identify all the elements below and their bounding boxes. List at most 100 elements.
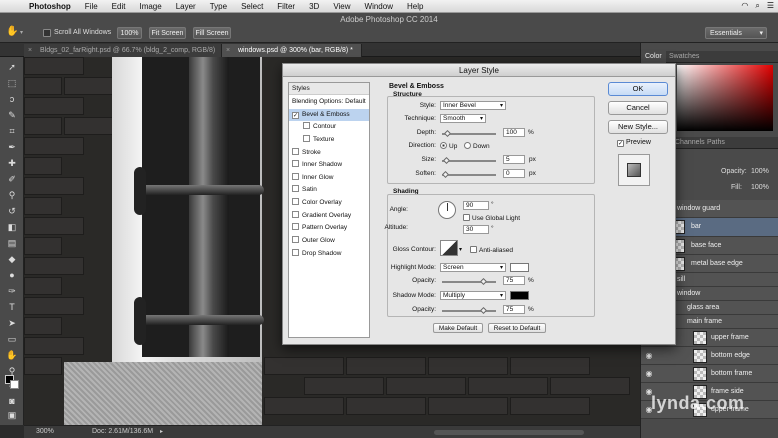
close-icon[interactable]: × — [28, 44, 32, 57]
crop-tool-icon[interactable]: ⌗ — [6, 125, 18, 137]
radio-selected[interactable] — [440, 142, 447, 149]
quick-mask-icon[interactable]: ◙ — [6, 395, 18, 407]
eye-icon[interactable]: ◉ — [644, 369, 654, 379]
style-item-inner-shadow[interactable]: Inner Shadow — [289, 159, 369, 171]
blending-options-item[interactable]: Blending Options: Default — [289, 96, 369, 108]
scroll-all-checkbox[interactable] — [43, 29, 51, 37]
checkbox[interactable] — [463, 214, 470, 221]
altitude-input[interactable]: 30 — [463, 225, 489, 234]
marquee-tool-icon[interactable]: ⬚ — [6, 77, 18, 89]
checkbox[interactable] — [292, 148, 299, 155]
direction-down-radio[interactable]: Down — [464, 142, 490, 150]
brush-tool-icon[interactable]: ✐ — [6, 173, 18, 185]
angle-input[interactable]: 90 — [463, 201, 489, 210]
fit-screen-button[interactable]: Fit Screen — [149, 27, 186, 39]
quick-select-tool-icon[interactable]: ✎ — [6, 109, 18, 121]
checkbox-checked-icon[interactable]: ✓ — [617, 140, 624, 147]
checkbox[interactable] — [292, 236, 299, 243]
tab-windows[interactable]: × windows.psd @ 300% (bar, RGB/8) * — [222, 44, 362, 57]
soften-input[interactable]: 0 — [503, 169, 525, 178]
cancel-button[interactable]: Cancel — [608, 101, 668, 115]
preview-checkbox[interactable]: ✓ Preview — [617, 139, 651, 147]
checkbox[interactable] — [292, 249, 299, 256]
checkbox[interactable] — [292, 173, 299, 180]
tab-bldgs[interactable]: × Bldgs_02_farRight.psd @ 66.7% (bldg_2_… — [24, 44, 222, 57]
zoom-100-button[interactable]: 100% — [117, 27, 142, 39]
menu-select[interactable]: Select — [234, 2, 270, 11]
soften-slider[interactable] — [441, 170, 496, 179]
layer-bottom-edge[interactable]: ◉ bottom edge — [641, 347, 778, 365]
radio-unselected[interactable] — [464, 142, 471, 149]
anti-aliased-checkbox[interactable]: Anti-aliased — [470, 246, 513, 254]
horizontal-scrollbar[interactable] — [434, 430, 584, 435]
tab-swatches[interactable]: Swatches — [665, 51, 703, 63]
menu-image[interactable]: Image — [132, 2, 168, 11]
style-item-stroke[interactable]: Stroke — [289, 147, 369, 159]
lasso-tool-icon[interactable]: ↄ — [6, 93, 18, 105]
notification-icon[interactable]: ☰ — [767, 1, 774, 11]
style-item-drop-shadow[interactable]: Drop Shadow — [289, 248, 369, 260]
style-item-satin[interactable]: Satin — [289, 184, 369, 196]
menu-filter[interactable]: Filter — [270, 2, 302, 11]
style-item-bevel-emboss[interactable]: ✓ Bevel & Emboss — [289, 109, 369, 121]
checkbox[interactable] — [292, 160, 299, 167]
depth-input[interactable]: 100 — [503, 128, 525, 137]
shadow-mode-select[interactable]: Multiply — [440, 291, 506, 300]
size-input[interactable]: 5 — [503, 155, 525, 164]
style-item-inner-glow[interactable]: Inner Glow — [289, 172, 369, 184]
new-style-button[interactable]: New Style... — [608, 120, 668, 134]
healing-brush-tool-icon[interactable]: ✚ — [6, 157, 18, 169]
checkbox[interactable] — [292, 185, 299, 192]
highlight-mode-select[interactable]: Screen — [440, 263, 506, 272]
tab-color[interactable]: Color — [641, 51, 666, 63]
type-tool-icon[interactable]: T — [6, 301, 18, 313]
style-item-outer-glow[interactable]: Outer Glow — [289, 235, 369, 247]
eraser-tool-icon[interactable]: ◧ — [6, 221, 18, 233]
screen-mode-icon[interactable]: ▣ — [6, 409, 18, 421]
highlight-opacity-slider[interactable] — [442, 277, 496, 286]
depth-slider[interactable] — [442, 129, 496, 138]
move-tool-icon[interactable]: ➚ — [6, 61, 18, 73]
bevel-style-select[interactable]: Inner Bevel — [440, 101, 506, 110]
global-light-checkbox[interactable]: Use Global Light — [463, 214, 520, 222]
reset-to-default-button[interactable]: Reset to Default — [488, 323, 546, 333]
blur-tool-icon[interactable]: ◆ — [6, 253, 18, 265]
checkbox[interactable] — [470, 246, 477, 253]
chevron-down-icon[interactable]: ▾ — [459, 246, 462, 253]
clone-stamp-tool-icon[interactable]: ⚲ — [6, 189, 18, 201]
dodge-tool-icon[interactable]: ● — [6, 269, 18, 281]
shadow-opacity-input[interactable]: 75 — [503, 305, 525, 314]
ok-button[interactable]: OK — [608, 82, 668, 96]
direction-up-radio[interactable]: Up — [440, 142, 457, 150]
gloss-contour-picker[interactable] — [440, 240, 458, 256]
size-slider[interactable] — [442, 156, 496, 165]
hand-tool-icon[interactable]: ✋ — [6, 349, 18, 361]
fill-screen-button[interactable]: Fill Screen — [193, 27, 231, 39]
tab-paths[interactable]: Paths — [703, 137, 729, 149]
checkbox[interactable] — [292, 223, 299, 230]
layer-bottom-frame[interactable]: ◉ bottom frame — [641, 365, 778, 383]
menu-edit[interactable]: Edit — [105, 2, 133, 11]
tool-preset-chevron-icon[interactable]: ▾ — [20, 29, 23, 36]
make-default-button[interactable]: Make Default — [433, 323, 483, 333]
technique-select[interactable]: Smooth — [440, 114, 486, 123]
highlight-color-swatch[interactable] — [510, 263, 529, 272]
menu-3d[interactable]: 3D — [302, 2, 326, 11]
shape-tool-icon[interactable]: ▭ — [6, 333, 18, 345]
checkbox[interactable] — [303, 122, 310, 129]
close-icon[interactable]: × — [226, 44, 230, 57]
history-brush-tool-icon[interactable]: ↺ — [6, 205, 18, 217]
color-spectrum[interactable] — [677, 65, 773, 131]
hand-tool-icon[interactable]: ✋ — [6, 26, 18, 37]
fill-value[interactable]: 100% — [751, 184, 769, 191]
eye-icon[interactable]: ◉ — [644, 351, 654, 361]
menu-layer[interactable]: Layer — [169, 2, 203, 11]
styles-header[interactable]: Styles — [289, 83, 369, 95]
menu-view[interactable]: View — [326, 2, 357, 11]
checkbox[interactable] — [292, 211, 299, 218]
highlight-opacity-input[interactable]: 75 — [503, 276, 525, 285]
menu-file[interactable]: File — [78, 2, 105, 11]
menu-window[interactable]: Window — [358, 2, 400, 11]
spotlight-icon[interactable]: ⌕ — [755, 1, 759, 11]
eyedropper-tool-icon[interactable]: ✒ — [6, 141, 18, 153]
